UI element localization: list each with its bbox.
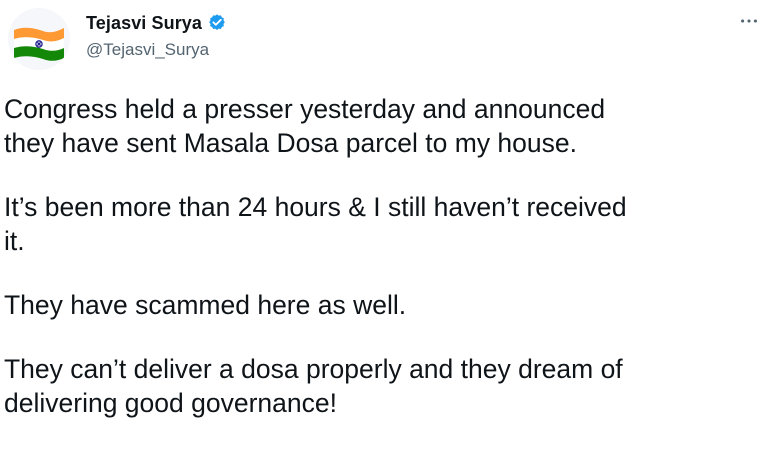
- tweet-card: Tejasvi Surya @Tejasvi_Surya Congress he…: [0, 0, 780, 450]
- tweet-author: Tejasvi Surya @Tejasvi_Surya: [86, 10, 227, 60]
- author-name-row: Tejasvi Surya: [86, 10, 227, 36]
- tweet-body: Congress held a presser yesterday and an…: [4, 92, 774, 420]
- more-options-icon: [741, 19, 757, 23]
- india-flag-icon: [8, 8, 70, 70]
- tweet-paragraph: Congress held a presser yesterday and an…: [4, 94, 606, 158]
- display-name[interactable]: Tejasvi Surya: [86, 10, 202, 36]
- tweet-header: Tejasvi Surya @Tejasvi_Surya: [0, 0, 780, 80]
- avatar[interactable]: [8, 8, 70, 70]
- verified-badge-icon: [209, 14, 225, 30]
- tweet-paragraph: It’s been more than 24 hours & I still h…: [4, 192, 627, 256]
- more-options-button[interactable]: [736, 8, 762, 34]
- tweet-paragraph: They can’t deliver a dosa properly and t…: [4, 354, 623, 418]
- user-handle[interactable]: @Tejasvi_Surya: [86, 38, 227, 62]
- tweet-paragraph: They have scammed here as well.: [4, 290, 407, 320]
